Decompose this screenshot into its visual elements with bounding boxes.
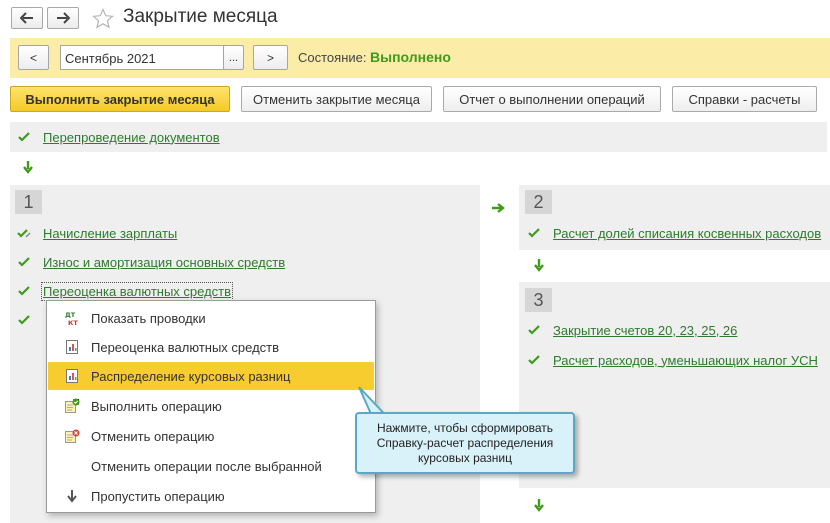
op-close-accounts[interactable]: Закрытие счетов 20, 23, 25, 26: [527, 321, 737, 339]
forward-button[interactable]: [47, 7, 79, 29]
operations-report-button[interactable]: Отчет о выполнении операций: [443, 86, 661, 112]
cancel-operation-icon: [64, 428, 80, 444]
period-input[interactable]: Сентябрь 2021: [60, 45, 224, 70]
op-salary[interactable]: Начисление зарплаты: [17, 224, 177, 242]
check-with-pen-icon: [17, 229, 31, 238]
arrow-right-icon: [57, 12, 70, 24]
op-depreciation[interactable]: Износ и амортизация основных средств: [17, 253, 285, 271]
step1-number: 1: [15, 190, 42, 214]
flow-arrow-down-icon: [534, 259, 544, 272]
menu-item-label: Показать проводки: [91, 310, 206, 326]
tooltip-line-1: Нажмите, чтобы сформировать: [376, 421, 554, 435]
check-icon: [18, 286, 30, 296]
op-usn-expenses[interactable]: Расчет расходов, уменьшающих налог УСН: [527, 351, 818, 369]
hint-tooltip: Нажмите, чтобы сформировать Справку-расч…: [355, 412, 575, 474]
dt-kt-icon: ДТ КТ: [64, 310, 80, 327]
cancel-month-close-button[interactable]: Отменить закрытие месяца: [241, 86, 432, 112]
flow-arrow-right-icon: [492, 203, 505, 213]
check-icon: [18, 132, 30, 142]
menu-item-label: Отменить операции после выбранной: [91, 458, 322, 474]
favorite-star-icon[interactable]: [92, 8, 114, 30]
tooltip-line-3: курсовых разниц: [418, 451, 512, 465]
prev-period-button[interactable]: <: [18, 45, 49, 70]
menu-item-label: Распределение курсовых разниц: [91, 368, 291, 384]
menu-item-fx-distribution[interactable]: Распределение курсовых разниц: [48, 362, 374, 390]
op-revaluation[interactable]: Переоценка валютных средств: [17, 281, 234, 301]
op-usn-expenses-link[interactable]: Расчет расходов, уменьшающих налог УСН: [553, 353, 818, 368]
op-revaluation-link[interactable]: Переоценка валютных средств: [40, 281, 234, 301]
state-label: Состояние:: [298, 50, 367, 65]
check-icon: [18, 315, 30, 325]
tooltip-line-2: Справку-расчет распределения: [376, 436, 554, 450]
next-period-button[interactable]: >: [253, 45, 288, 70]
op-close-accounts-link[interactable]: Закрытие счетов 20, 23, 25, 26: [553, 323, 737, 338]
menu-item-label: Отменить операцию: [91, 428, 215, 444]
check-icon: [528, 228, 540, 238]
op-reposting-link[interactable]: Перепроведение документов: [43, 130, 220, 145]
report-icon: [64, 339, 80, 355]
arrow-down-icon: [64, 488, 80, 504]
menu-item-cancel-after-selected[interactable]: Отменить операции после выбранной: [48, 452, 374, 480]
svg-text:ДТ: ДТ: [65, 311, 76, 319]
op-reposting[interactable]: Перепроведение документов: [17, 128, 220, 146]
period-select-button[interactable]: ...: [223, 45, 244, 70]
menu-item-show-entries[interactable]: ДТ КТ Показать проводки: [48, 304, 374, 332]
step3-number: 3: [525, 288, 552, 312]
menu-item-label: Пропустить операцию: [91, 488, 225, 504]
op-depreciation-link[interactable]: Износ и амортизация основных средств: [43, 255, 285, 270]
operation-context-menu: ДТ КТ Показать проводки Переоценка валютн…: [46, 300, 376, 513]
menu-item-revaluation[interactable]: Переоценка валютных средств: [48, 333, 374, 361]
op-indirect-shares[interactable]: Расчет долей списания косвенных расходов: [527, 224, 821, 242]
check-icon: [18, 257, 30, 267]
arrow-left-icon: [20, 12, 33, 24]
menu-item-skip-operation[interactable]: Пропустить операцию: [48, 482, 374, 510]
report-icon: [64, 368, 80, 384]
svg-text:КТ: КТ: [68, 319, 78, 326]
state-value: Выполнено: [370, 49, 451, 65]
flow-arrow-down-icon: [534, 499, 544, 512]
menu-item-label: Выполнить операцию: [91, 398, 222, 414]
check-icon: [528, 325, 540, 335]
op-salary-link[interactable]: Начисление зарплаты: [43, 226, 177, 241]
op-indirect-shares-link[interactable]: Расчет долей списания косвенных расходов: [553, 226, 821, 241]
page-title: Закрытие месяца: [123, 6, 278, 27]
flow-arrow-down-icon: [23, 161, 33, 174]
menu-item-run-operation[interactable]: Выполнить операцию: [48, 392, 374, 420]
back-button[interactable]: [11, 7, 43, 29]
run-operation-icon: [64, 398, 80, 414]
check-icon: [528, 355, 540, 365]
menu-item-cancel-operation[interactable]: Отменить операцию: [48, 422, 374, 450]
run-month-close-button[interactable]: Выполнить закрытие месяца: [10, 86, 230, 112]
menu-item-label: Переоценка валютных средств: [91, 339, 280, 355]
references-button[interactable]: Справки - расчеты: [672, 86, 817, 112]
step2-number: 2: [525, 190, 552, 214]
